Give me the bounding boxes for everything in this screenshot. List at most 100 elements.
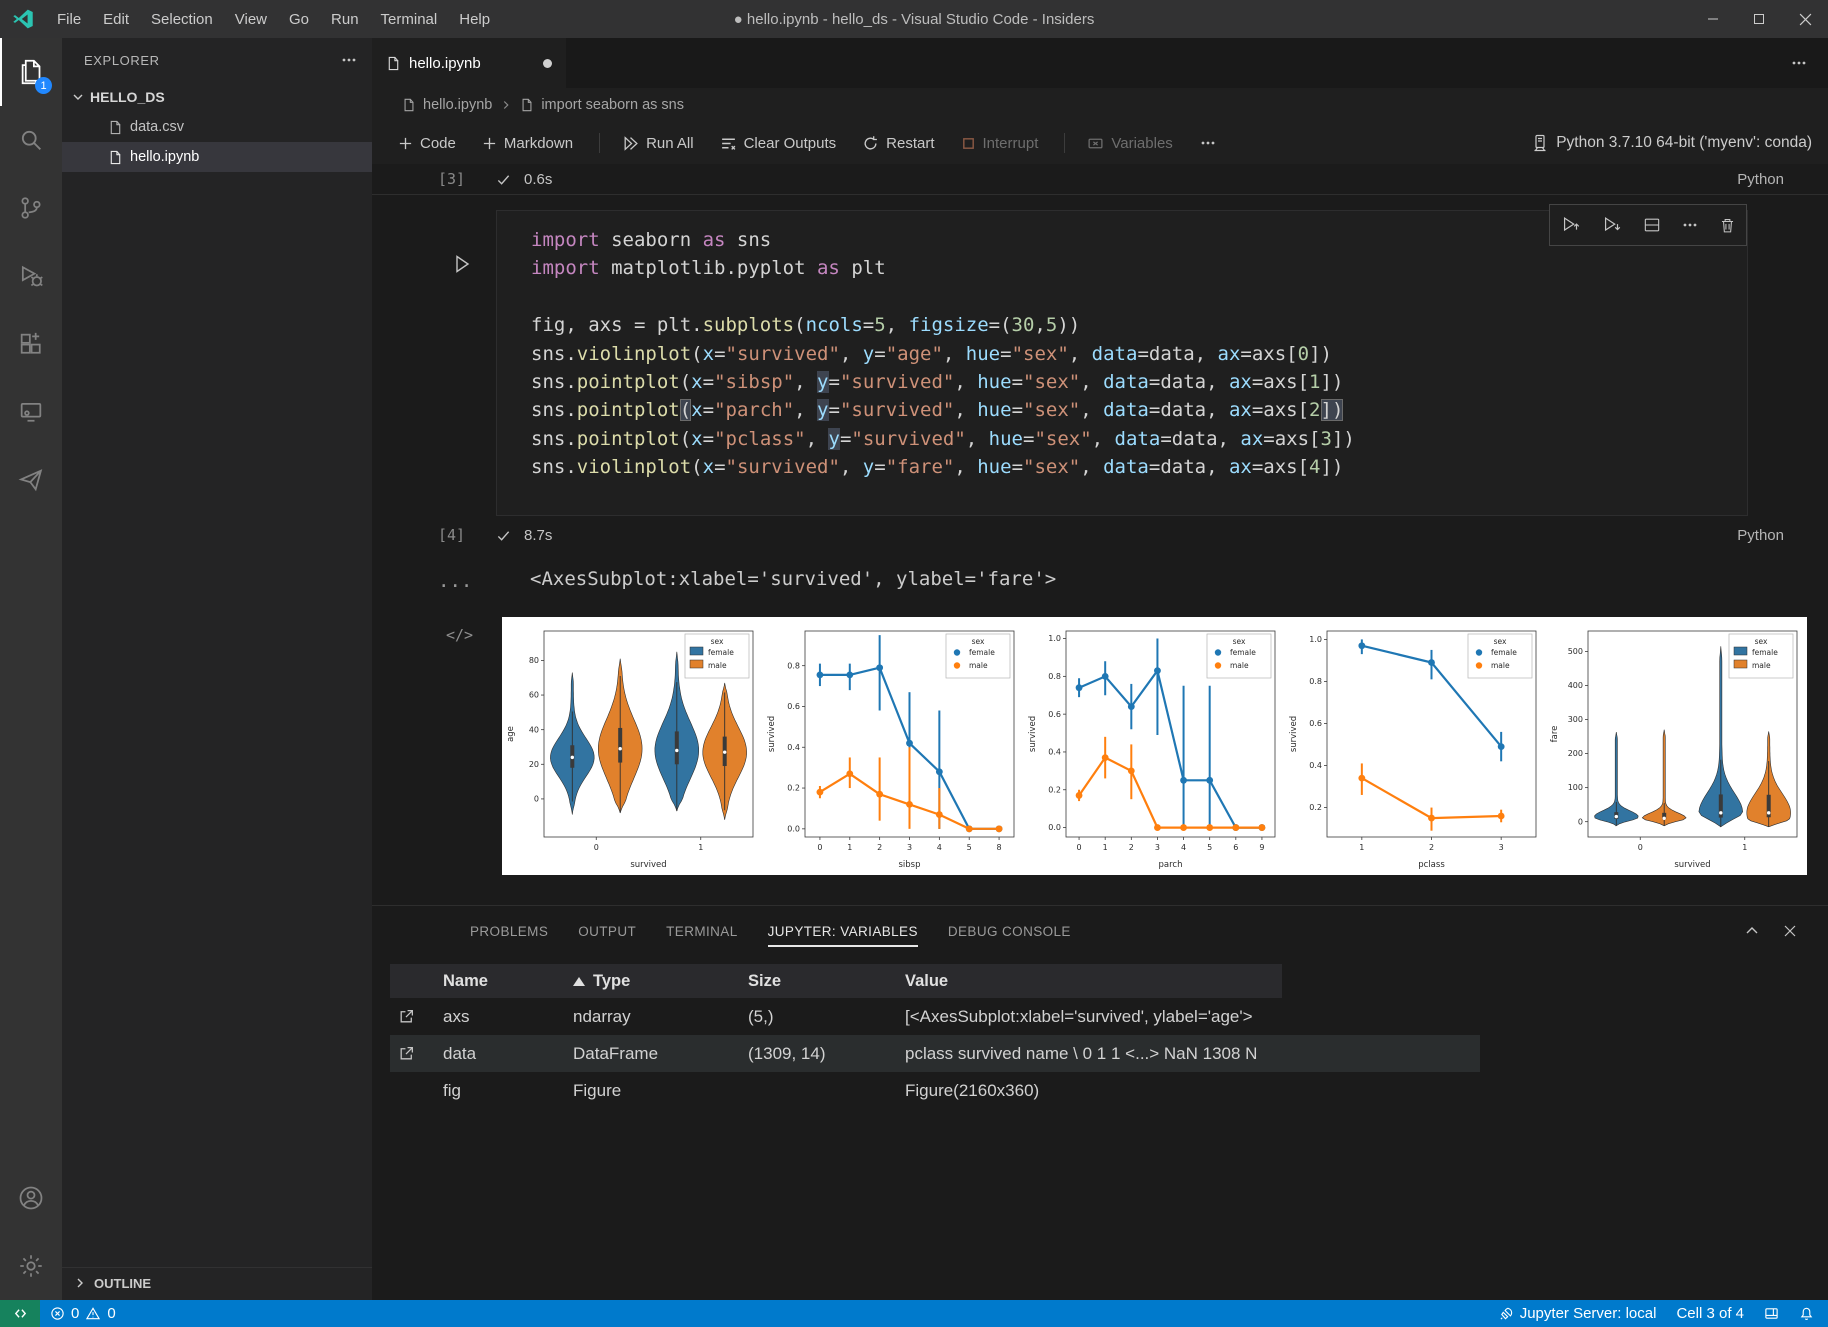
cell-position-status[interactable]: Cell 3 of 4 (1676, 1305, 1744, 1322)
menu-run[interactable]: Run (320, 11, 370, 28)
close-button[interactable] (1782, 0, 1828, 38)
code-cell-editor[interactable]: import seaborn as snsimport matplotlib.p… (496, 210, 1748, 516)
run-above-icon[interactable] (1560, 214, 1582, 236)
breadcrumb-cell[interactable]: import seaborn as sns (541, 97, 684, 113)
breadcrumb-file[interactable]: hello.ipynb (423, 97, 492, 113)
svg-text:500: 500 (1568, 647, 1583, 656)
column-size[interactable]: Size (748, 972, 781, 991)
editor-more-actions-icon[interactable] (1790, 54, 1828, 72)
table-row[interactable]: data DataFrame (1309, 14) pclass survive… (390, 1035, 1480, 1072)
column-name[interactable]: Name (443, 972, 488, 991)
panel-close-icon[interactable] (1782, 923, 1798, 939)
outline-section[interactable]: OUTLINE (62, 1267, 372, 1298)
sidebar-item-settings[interactable] (0, 1232, 62, 1300)
menu-go[interactable]: Go (278, 11, 320, 28)
svg-text:female: female (1230, 648, 1256, 657)
clear-outputs-button[interactable]: Clear Outputs (720, 135, 837, 152)
success-check-icon (496, 528, 511, 543)
problems-status[interactable]: 0 0 (40, 1305, 116, 1322)
column-value[interactable]: Value (905, 972, 948, 991)
table-row[interactable]: fig Figure Figure(2160x360) (390, 1072, 1480, 1109)
cell4-language[interactable]: Python (1737, 527, 1784, 544)
jupyter-server-status[interactable]: Jupyter Server: local (1499, 1305, 1657, 1322)
sidebar-item-run-debug[interactable] (0, 242, 62, 310)
account-icon (17, 1184, 45, 1212)
vscode-insiders-logo (0, 8, 46, 30)
file-item-data-csv[interactable]: data.csv (62, 112, 372, 142)
kernel-picker[interactable]: Python 3.7.10 64-bit ('myenv': conda) (1532, 134, 1828, 152)
sidebar-item-explorer[interactable]: 1 (0, 38, 62, 106)
column-type[interactable]: Type (573, 972, 630, 991)
run-all-button[interactable]: Run All (622, 135, 694, 152)
subplot-parch: 0.00.20.40.60.81.0parchsurvived01234569s… (1024, 617, 1285, 875)
svg-text:80: 80 (529, 656, 539, 665)
table-row[interactable]: axs ndarray (5,) [<AxesSubplot:xlabel='s… (390, 998, 1480, 1035)
output-gutter[interactable]: ... (438, 570, 472, 592)
svg-text:sex: sex (972, 637, 985, 646)
tab-debug-console[interactable]: DEBUG CONSOLE (948, 918, 1071, 945)
run-cell-button[interactable] (450, 252, 474, 276)
folder-hello-ds[interactable]: HELLO_DS (62, 82, 372, 112)
menu-terminal[interactable]: Terminal (370, 11, 449, 28)
subplot-survived: 020406080survivedage01sexfemalemale (502, 617, 763, 875)
run-below-icon[interactable] (1601, 214, 1623, 236)
tab-hello-ipynb[interactable]: hello.ipynb (372, 38, 567, 88)
add-markdown-cell-button[interactable]: Markdown (482, 135, 573, 152)
sidebar-item-remote-explorer[interactable] (0, 378, 62, 446)
open-in-data-viewer-icon[interactable] (398, 1008, 415, 1025)
sidebar-item-source-control[interactable] (0, 174, 62, 242)
svg-text:0: 0 (594, 843, 599, 852)
sidebar-item-extensions[interactable] (0, 310, 62, 378)
toolbar-more-actions-icon[interactable] (1199, 134, 1217, 152)
explorer-sidebar: EXPLORER HELLO_DS data.csv hello.ipynb (62, 38, 372, 1300)
modified-dot-icon[interactable] (543, 59, 552, 68)
restart-kernel-button[interactable]: Restart (862, 135, 934, 152)
delete-cell-icon[interactable] (1718, 216, 1737, 235)
notebook-plot-output: 020406080survivedage01sexfemalemale0.00.… (502, 617, 1807, 875)
tab-jupyter-variables[interactable]: JUPYTER: VARIABLES (768, 918, 918, 945)
file-item-hello-ipynb[interactable]: hello.ipynb (62, 142, 372, 172)
menu-selection[interactable]: Selection (140, 11, 224, 28)
tab-output[interactable]: OUTPUT (578, 918, 636, 945)
panel-maximize-icon[interactable] (1744, 923, 1760, 939)
svg-text:sibsp: sibsp (898, 860, 920, 870)
menu-help[interactable]: Help (448, 11, 501, 28)
sidebar-item-account[interactable] (0, 1164, 62, 1232)
layout-icon[interactable] (1764, 1306, 1779, 1321)
variables-button: Variables (1087, 135, 1172, 152)
remote-indicator[interactable] (0, 1300, 40, 1327)
notebook-canvas[interactable]: [3] 0.6s Python import seaborn as snsimp… (372, 164, 1828, 905)
explorer-more-actions-icon[interactable] (340, 51, 358, 69)
sidebar-item-search[interactable] (0, 106, 62, 174)
open-in-data-viewer-icon[interactable] (398, 1045, 415, 1062)
notifications-bell-icon[interactable] (1799, 1306, 1814, 1321)
svg-text:male: male (1230, 661, 1249, 670)
menu-file[interactable]: File (46, 11, 92, 28)
success-check-icon (496, 172, 511, 187)
notebook-toolbar: Code Markdown Run All Clear Outputs Rest… (372, 122, 1828, 165)
chevron-right-icon (72, 1275, 88, 1291)
activity-bar: 1 (0, 38, 62, 1300)
toolbar-separator (1064, 133, 1065, 153)
minimize-button[interactable] (1690, 0, 1736, 38)
chevron-down-icon (70, 89, 86, 105)
maximize-button[interactable] (1736, 0, 1782, 38)
file-icon (108, 120, 123, 135)
interrupt-icon (961, 136, 976, 151)
split-cell-icon[interactable] (1642, 215, 1662, 235)
tab-problems[interactable]: PROBLEMS (470, 918, 548, 945)
search-icon (17, 126, 45, 154)
add-code-cell-button[interactable]: Code (398, 135, 456, 152)
code-content[interactable]: import seaborn as snsimport matplotlib.p… (497, 211, 1747, 482)
tab-label: hello.ipynb (409, 55, 481, 72)
warning-icon (85, 1306, 101, 1321)
sidebar-item-jupyter[interactable] (0, 446, 62, 514)
menu-edit[interactable]: Edit (92, 11, 140, 28)
menu-view[interactable]: View (224, 11, 278, 28)
tab-terminal[interactable]: TERMINAL (666, 918, 737, 945)
svg-text:3: 3 (1155, 843, 1160, 852)
menu-bar: File Edit Selection View Go Run Terminal… (46, 11, 501, 28)
output-mime-toggle[interactable]: </> (446, 626, 473, 644)
cell-more-actions-icon[interactable] (1681, 216, 1699, 234)
cell3-language[interactable]: Python (1737, 171, 1784, 188)
